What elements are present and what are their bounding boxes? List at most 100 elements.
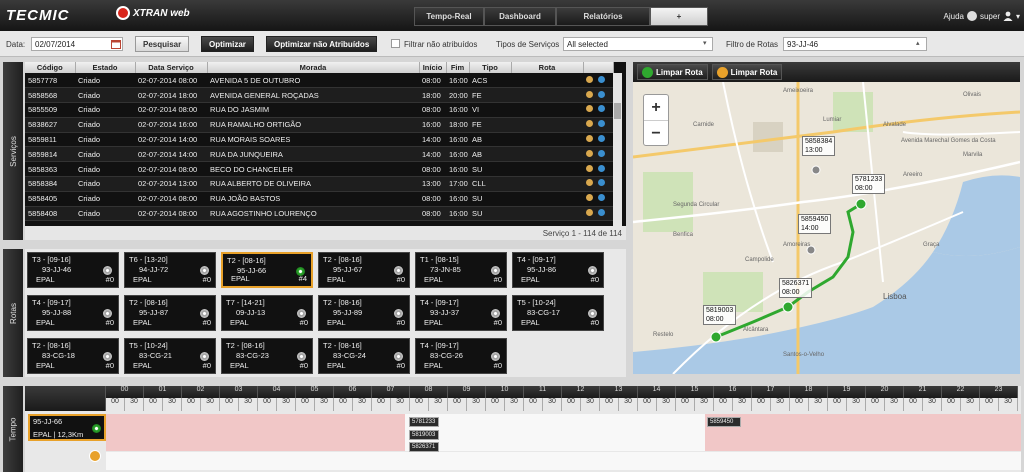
user-icon[interactable] [1003, 11, 1013, 21]
timeline-service-block[interactable]: 5781233 [409, 417, 439, 427]
route-card[interactable]: T3 - [09-16] 93-JJ-46 EPAL #0 [27, 252, 119, 288]
route-cell[interactable] [511, 146, 583, 163]
table-row[interactable]: 5859811 Criado 02-07-2014 14:00 RUA MORAIS … [25, 132, 613, 148]
route-card[interactable]: T2 - [08-16] 95-JJ-67 EPAL #0 [318, 252, 410, 288]
services-side-tab[interactable]: Serviços [3, 62, 23, 240]
clear-route-orange-button[interactable]: Limpar Rota [711, 64, 783, 80]
assign-user-icon[interactable] [586, 194, 593, 202]
route-card[interactable]: T2 - [08-16] 83-CG-18 EPAL #0 [27, 338, 119, 374]
locate-icon[interactable] [598, 75, 605, 83]
route-cell[interactable] [511, 161, 583, 178]
tab-tempo-real[interactable]: Tempo-Real [414, 7, 484, 26]
locate-icon[interactable] [598, 179, 605, 187]
route-card[interactable]: T2 - [08-16] 95-JJ-66 EPAL #4 [221, 252, 313, 288]
route-filter-chevron-icon[interactable]: ▴ [916, 39, 920, 47]
services-scrollbar[interactable] [613, 73, 622, 226]
table-row[interactable]: 5858568 Criado 02-07-2014 18:00 AVENIDA GEN… [25, 87, 613, 104]
table-row[interactable]: 5838627 Criado 02-07-2014 16:00 RUA RAMALHO… [25, 117, 613, 133]
table-row[interactable]: 5858363 Criado 02-07-2014 08:00 BECO DO CHA… [25, 161, 613, 178]
optimize-button[interactable]: Optimizar [201, 36, 254, 52]
assign-user-icon[interactable] [586, 105, 593, 113]
locate-icon[interactable] [598, 164, 605, 172]
col-tipo[interactable]: Tipo [469, 62, 512, 73]
table-row[interactable]: 5855509 Criado 02-07-2014 08:00 RUA DO JASM… [25, 102, 613, 118]
col-fim[interactable]: Fim [446, 62, 470, 73]
locate-icon[interactable] [598, 209, 605, 217]
service-types-chevron-icon[interactable]: ▾ [703, 39, 707, 47]
assign-user-icon[interactable] [586, 75, 593, 83]
help-link[interactable]: Ajuda [944, 12, 964, 21]
route-cell[interactable] [511, 102, 583, 118]
route-card[interactable]: T2 - [08-16] 83-CG-23 EPAL #0 [221, 338, 313, 374]
locate-icon[interactable] [598, 135, 605, 143]
assign-user-icon[interactable] [586, 209, 593, 217]
col-codigo[interactable]: Código [25, 62, 76, 73]
table-row[interactable]: 5859814 Criado 02-07-2014 14:00 RUA DA JUNQ… [25, 146, 613, 163]
route-card[interactable]: T2 - [08-16] 83-CG-24 EPAL #0 [318, 338, 410, 374]
route-cell[interactable] [511, 117, 583, 133]
map-marker-label[interactable]: 5819003 08:00 [703, 305, 737, 325]
route-card[interactable]: T5 - [10-24] 83-CG-21 EPAL #0 [124, 338, 216, 374]
route-cell[interactable] [511, 87, 583, 104]
filter-unassigned-checkbox[interactable] [391, 39, 400, 48]
tab-dashboard[interactable]: Dashboard [484, 7, 556, 26]
col-inicio[interactable]: Início [419, 62, 447, 73]
route-card[interactable]: T2 - [08-16] 95-JJ-89 EPAL #0 [318, 295, 410, 331]
routes-side-tab[interactable]: Rotas [3, 249, 23, 377]
timeline-vehicle[interactable]: 95-JJ-66 EPAL | 12,3Km [28, 414, 106, 441]
locate-icon[interactable] [598, 90, 605, 98]
tempo-side-tab[interactable]: Tempo [3, 386, 23, 472]
table-row[interactable]: 5858405 Criado 02-07-2014 08:00 RUA JOÃO BA… [25, 191, 613, 207]
table-row[interactable]: 5857778 Criado 02-07-2014 08:00 AVENIDA 5 D… [25, 73, 613, 89]
assign-user-icon[interactable] [586, 164, 593, 172]
assign-user-icon[interactable] [586, 135, 593, 143]
assign-user-icon[interactable] [586, 149, 593, 157]
col-estado[interactable]: Estado [75, 62, 136, 73]
search-button[interactable]: Pesquisar [135, 36, 190, 52]
map-marker-label[interactable]: 5826371 08:00 [779, 278, 813, 298]
assign-user-icon[interactable] [586, 120, 593, 128]
route-cell[interactable] [511, 176, 583, 192]
vehicle-lane-window[interactable] [405, 414, 705, 451]
route-card[interactable]: T4 - [09-17] 83-CG-26 EPAL #0 [415, 338, 507, 374]
timeline-service-block[interactable]: 5859450 [707, 417, 741, 427]
map-marker-label[interactable]: 5858384 13:00 [802, 136, 836, 156]
route-cell[interactable] [511, 73, 583, 89]
col-morada[interactable]: Morada [207, 62, 420, 73]
zoom-in-button[interactable]: + [644, 95, 668, 121]
locate-icon[interactable] [598, 120, 605, 128]
locate-icon[interactable] [598, 105, 605, 113]
timeline-service-block[interactable]: 5819003 [409, 430, 439, 440]
route-card[interactable]: T2 - [08-16] 95-JJ-87 EPAL #0 [124, 295, 216, 331]
locate-icon[interactable] [598, 194, 605, 202]
services-scroll-thumb[interactable] [614, 103, 621, 119]
route-card[interactable]: T5 - [10-24] 83-CG-17 EPAL #0 [512, 295, 604, 331]
user-name[interactable]: super [980, 12, 1000, 21]
route-card[interactable]: T4 - [09-17] 95-JJ-86 EPAL #0 [512, 252, 604, 288]
route-card[interactable]: T4 - [09-17] 93-JJ-37 EPAL #0 [415, 295, 507, 331]
route-card[interactable]: T7 - [14-21] 09-JJ-13 EPAL #0 [221, 295, 313, 331]
map-panel[interactable]: Limpar Rota Limpar Rota + − 5858384 13:00… [633, 62, 1020, 374]
tab-relatorios[interactable]: Relatórios [556, 7, 650, 26]
route-card[interactable]: T4 - [09-17] 95-JJ-88 EPAL #0 [27, 295, 119, 331]
locate-icon[interactable] [598, 149, 605, 157]
route-card[interactable]: T6 - [13-20] 94-JJ-72 EPAL #0 [124, 252, 216, 288]
timeline-service-block[interactable]: 5826371 [409, 442, 439, 452]
route-cell[interactable] [511, 206, 583, 222]
col-rota[interactable]: Rota [511, 62, 584, 73]
service-types-select[interactable]: All selected [563, 37, 713, 51]
settings-icon[interactable] [966, 11, 977, 21]
calendar-icon[interactable] [111, 39, 121, 49]
route-cell[interactable] [511, 191, 583, 207]
table-row[interactable]: 5858384 Criado 02-07-2014 13:00 RUA ALBERTO… [25, 176, 613, 192]
map-marker-label[interactable]: 5781233 08:00 [852, 174, 886, 194]
assign-user-icon[interactable] [586, 90, 593, 98]
col-data-servico[interactable]: Data Serviço [135, 62, 208, 73]
map-marker-label[interactable]: 5859450 14:00 [798, 214, 832, 234]
route-card[interactable]: T1 - [08-15] 73-JN-85 EPAL #0 [415, 252, 507, 288]
route-cell[interactable] [511, 132, 583, 148]
unassigned-lane[interactable] [106, 452, 1021, 470]
route-filter-select[interactable]: 93-JJ-46 [783, 37, 927, 51]
tab-add[interactable]: + [650, 7, 708, 26]
user-menu-chevron-icon[interactable]: ▾ [1016, 12, 1020, 21]
